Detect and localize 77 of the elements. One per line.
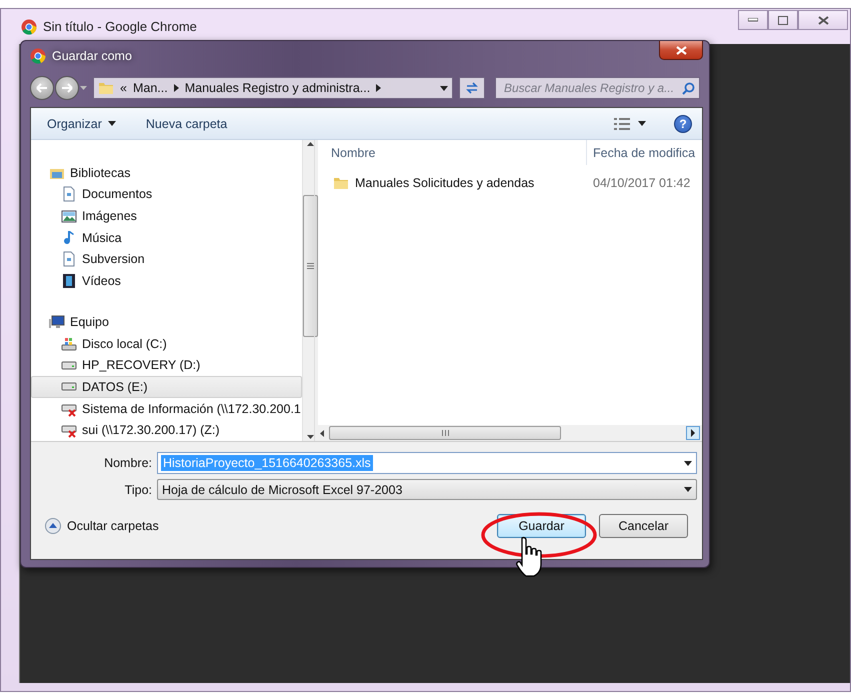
dialog-title: Guardar como: [52, 49, 132, 63]
toolbar-button[interactable]: Nueva carpeta: [146, 116, 228, 130]
search-icon: [682, 82, 695, 94]
refresh-button[interactable]: [459, 77, 485, 99]
nav-item[interactable]: Disco local (C:): [31, 332, 302, 354]
close-button[interactable]: [798, 10, 848, 30]
file-name[interactable]: Manuales Solicitudes y adendas: [315, 175, 587, 191]
breadcrumb-item[interactable]: Man...: [132, 81, 168, 95]
view-options-button[interactable]: [614, 118, 646, 130]
scroll-up-icon: [306, 142, 314, 146]
breadcrumb-item[interactable]: Manuales Registro y administra...: [184, 81, 370, 95]
breadcrumb-item: «: [120, 81, 127, 95]
document-icon: [61, 251, 77, 268]
nav-item[interactable]: Documentos: [31, 184, 302, 206]
toolbar-button[interactable]: Organizar: [47, 116, 116, 130]
nav-item[interactable]: Imágenes: [31, 205, 302, 227]
column-header[interactable]: Nombre: [315, 140, 587, 165]
search-field[interactable]: Buscar Manuales Registro y a...: [495, 77, 700, 99]
minimize-icon: [748, 18, 758, 22]
browser-logo-icon: [30, 48, 46, 64]
document-icon: [61, 186, 77, 202]
grip-icon: [306, 262, 314, 268]
nav-item[interactable]: HP_RECOVERY (D:): [31, 354, 302, 376]
forward-button[interactable]: [55, 76, 79, 100]
browser-logo-icon: [21, 18, 37, 34]
column-header[interactable]: Fecha de modifica: [587, 140, 702, 165]
back-button[interactable]: [30, 76, 54, 100]
drive-icon: [61, 336, 77, 352]
file-date: 04/10/2017 01:42: [592, 176, 692, 190]
filetype-dropdown[interactable]: Hoja de cálculo de Microsoft Excel 97-2003: [157, 479, 697, 500]
minimize-button[interactable]: [738, 10, 768, 30]
computer-icon: [49, 314, 65, 330]
nav-item[interactable]: DATOS (E:): [31, 376, 302, 398]
drive-icon: [61, 382, 77, 392]
refresh-icon: [465, 82, 479, 94]
scroll-down-icon: [306, 435, 314, 439]
nav-item[interactable]: Vídeos: [31, 270, 302, 292]
history-caret-icon: [80, 86, 87, 90]
help-button[interactable]: ?: [674, 114, 692, 132]
nav-item[interactable]: Bibliotecas: [31, 162, 302, 184]
dropdown-caret-icon: [684, 487, 692, 492]
picture-icon: [61, 208, 77, 224]
chevron-right-icon: [174, 84, 179, 92]
close-icon: [818, 16, 828, 24]
grip-icon: [442, 430, 448, 436]
scroll-right-icon: [686, 426, 700, 440]
window-title: Sin título - Google Chrome: [43, 19, 197, 34]
collapse-icon: [45, 518, 61, 534]
maximize-button[interactable]: [768, 10, 798, 30]
dropdown-caret-icon: [108, 121, 116, 126]
hide-folders-button[interactable]: Ocultar carpetas: [45, 518, 159, 534]
dropdown-caret-icon: [638, 121, 646, 126]
address-bar[interactable]: « Man... Manuales Registro y administra...: [93, 77, 453, 99]
dropdown-caret-icon: [440, 86, 448, 90]
nav-item[interactable]: Sistema de Información (\\172.30.200.1: [31, 398, 302, 420]
chevron-right-icon: [376, 84, 382, 92]
field-label: Tipo:: [124, 482, 153, 496]
cancel-button[interactable]: Cancelar: [599, 514, 688, 538]
drive-icon: [61, 360, 77, 370]
nav-item[interactable]: Subversion: [31, 248, 302, 270]
folder-icon: [333, 175, 349, 191]
dropdown-caret-icon: [684, 460, 692, 466]
arrow-left-icon: [36, 83, 48, 93]
film-icon: [61, 272, 77, 289]
nav-item[interactable]: Equipo: [31, 311, 302, 333]
nav-item[interactable]: sui (\\172.30.200.17) (Z:): [31, 419, 302, 441]
arrow-right-icon: [61, 83, 73, 93]
nav-item[interactable]: Música: [31, 226, 302, 248]
music-note-icon: [61, 230, 77, 246]
horizontal-scrollbar[interactable]: [315, 425, 702, 441]
folder-icon: [98, 80, 114, 96]
close-icon: [676, 46, 686, 54]
close-button[interactable]: [659, 41, 703, 60]
vertical-scrollbar[interactable]: [302, 140, 318, 441]
field-label: Nombre:: [103, 456, 153, 470]
list-view-icon: [614, 118, 630, 130]
restore-icon: [778, 16, 788, 24]
